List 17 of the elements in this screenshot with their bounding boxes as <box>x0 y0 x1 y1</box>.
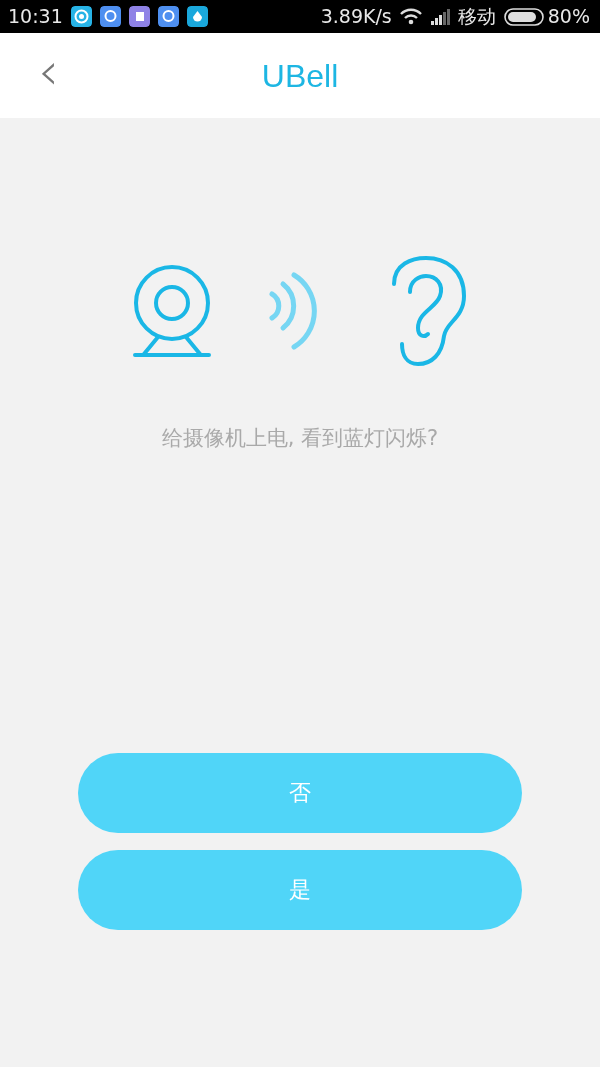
answer-button[interactable]: 是 <box>78 849 522 930</box>
battery-icon <box>503 7 544 26</box>
signal-icon <box>429 8 450 25</box>
square-icon <box>128 6 150 27</box>
carrier-name: 移动 <box>457 4 496 30</box>
question-text: 给摄像机上电, 看到蓝灯闪烁? <box>160 425 440 452</box>
network-speed: 3.89K/s <box>320 4 392 30</box>
back-button[interactable]: ‹ <box>30 45 67 97</box>
answer-button[interactable]: 否 <box>78 752 522 833</box>
drop-icon <box>186 6 208 27</box>
signal-waves-icon <box>268 272 318 352</box>
battery-percent: 80% <box>547 4 590 30</box>
camera-icon <box>132 265 212 359</box>
target-icon <box>70 6 92 27</box>
screen-title: UBell <box>261 56 339 96</box>
wifi-icon <box>399 8 422 25</box>
clock-time: 10:31 <box>8 4 63 30</box>
